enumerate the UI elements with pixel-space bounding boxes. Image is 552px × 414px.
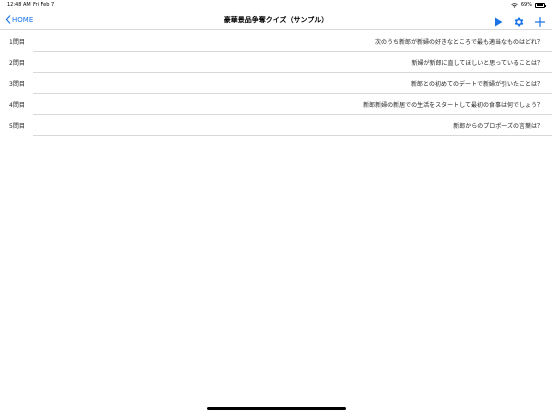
status-time: 12:48 AM [7,2,31,8]
question-row[interactable]: 5問目 新郎からのプロポーズの言葉は？ [0,114,552,135]
question-row[interactable]: 2問目 新婦が新郎に直してほしいと思っていることは？ [0,51,552,72]
question-number: 4問目 [9,102,25,109]
question-row[interactable]: 1問目 次のうち新郎が新婦の好きなところで最も適当なものはどれ？ [0,30,552,51]
plus-icon[interactable] [534,13,546,28]
status-bar: 12:48 AM Fri Feb 7 69% [0,0,552,10]
play-icon[interactable] [492,13,504,27]
question-row[interactable]: 4問目 新郎新婦の新居での生活をスタートして最初の食事は何でしょう？ [0,93,552,114]
question-number: 3問目 [9,81,25,88]
home-back-button[interactable]: HOME [5,15,33,24]
nav-actions [492,13,546,28]
question-text: 新郎新婦の新居での生活をスタートして最初の食事は何でしょう？ [363,102,543,109]
back-label: HOME [12,15,34,24]
gear-icon[interactable] [513,13,525,27]
question-number: 2問目 [9,60,25,67]
question-row[interactable]: 3問目 新郎との初めてのデートで新婦が引いたことは？ [0,72,552,93]
wifi-icon [511,2,518,8]
status-right: 69% [511,2,546,8]
page-title: 豪華景品争奪クイズ（サンプル） [223,16,329,24]
navigation-bar: HOME 豪華景品争奪クイズ（サンプル） [0,10,552,30]
question-number: 5問目 [9,123,25,130]
question-text: 次のうち新郎が新婦の好きなところで最も適当なものはどれ？ [374,39,543,46]
home-indicator[interactable] [207,407,346,410]
battery-percent: 69% [520,2,532,8]
battery-icon [535,2,546,8]
question-list: 1問目 次のうち新郎が新婦の好きなところで最も適当なものはどれ？ 2問目 新婦が… [0,30,552,135]
question-text: 新婦が新郎に直してほしいと思っていることは？ [411,60,543,67]
chevron-left-icon [5,15,11,24]
status-date: Fri Feb 7 [33,2,55,8]
question-text: 新郎との初めてのデートで新婦が引いたことは？ [411,81,543,88]
question-number: 1問目 [9,39,25,46]
question-text: 新郎からのプロポーズの言葉は？ [453,123,543,130]
